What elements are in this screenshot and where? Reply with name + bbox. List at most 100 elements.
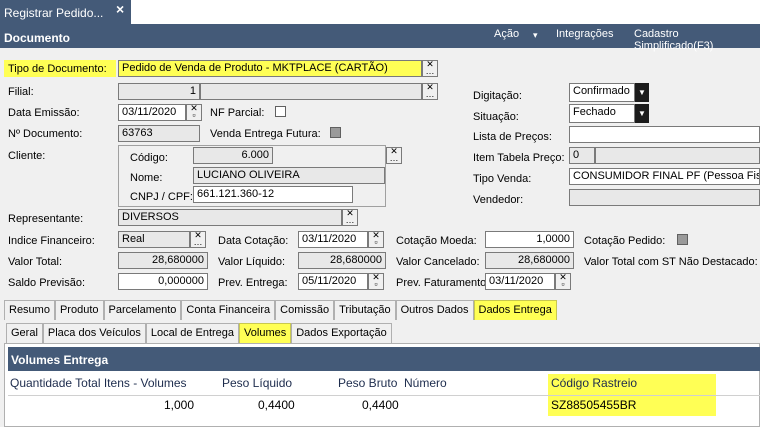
valor-cancelado-field: 28,680000 bbox=[485, 252, 574, 269]
saldo-previsao-field: 0,000000 bbox=[118, 273, 208, 290]
cotacao-pedido-label: Cotação Pedido: bbox=[584, 235, 666, 247]
tab-local-entrega[interactable]: Local de Entrega bbox=[145, 323, 240, 343]
lookup-button-indice-financeiro[interactable]: ✕… bbox=[190, 231, 206, 248]
vendedor-field[interactable] bbox=[569, 189, 760, 206]
lookup-button-representante[interactable]: ✕… bbox=[342, 209, 358, 226]
lista-precos-field[interactable] bbox=[569, 126, 760, 143]
menu-cadastro-simplificado[interactable]: Cadastro Simplificado(F3) bbox=[634, 28, 760, 52]
codigo-label: Código: bbox=[130, 152, 168, 164]
tab-dados-exportacao[interactable]: Dados Exportação bbox=[291, 323, 392, 343]
n-documento-field: 63763 bbox=[118, 125, 200, 142]
situacao-label: Situação: bbox=[473, 111, 519, 123]
tab-dados-entrega[interactable]: Dados Entrega bbox=[473, 300, 557, 320]
window-tab[interactable]: Registrar Pedido... × bbox=[0, 0, 131, 24]
item-tabela-preco-name-field bbox=[595, 147, 760, 164]
calendar-icon[interactable]: ✕ ▫ bbox=[555, 273, 571, 290]
nf-parcial-label: NF Parcial: bbox=[210, 107, 265, 119]
col-peso-bruto[interactable]: Peso Bruto bbox=[338, 376, 397, 390]
valor-cancelado-label: Valor Cancelado: bbox=[396, 256, 480, 268]
calendar-icon[interactable]: ✕ ▫ bbox=[186, 104, 202, 121]
menu-acao[interactable]: Ação bbox=[494, 28, 519, 40]
indice-financeiro-field[interactable]: Real bbox=[118, 231, 190, 248]
data-emissao-label: Data Emissão: bbox=[8, 107, 80, 119]
tab-produto[interactable]: Produto bbox=[54, 300, 104, 320]
window-tab-title: Registrar Pedido... bbox=[4, 6, 104, 20]
situacao-select[interactable]: Fechado bbox=[569, 104, 635, 123]
calendar-icon[interactable]: ✕ ▫ bbox=[368, 273, 384, 290]
digitacao-select[interactable]: Confirmado bbox=[569, 83, 635, 102]
cell-quantidade: 1,000 bbox=[164, 398, 195, 412]
volumes-title: Volumes Entrega bbox=[8, 347, 760, 371]
indice-financeiro-label: Indice Financeiro: bbox=[8, 235, 95, 247]
vendedor-label: Vendedor: bbox=[473, 194, 524, 206]
nome-label: Nome: bbox=[130, 172, 163, 184]
main-tabs: Resumo Produto Parcelamento Conta Financ… bbox=[4, 300, 557, 320]
cell-peso-bruto: 0,4400 bbox=[362, 398, 399, 412]
cell-codigo-rastreio: SZ88505455BR bbox=[551, 398, 637, 412]
item-tabela-preco-field[interactable]: 0 bbox=[569, 147, 595, 164]
item-tabela-preco-label: Item Tabela Preço: bbox=[473, 152, 565, 164]
col-quantidade[interactable]: Quantidade Total Itens - Volumes bbox=[10, 376, 187, 390]
tab-parcelamento[interactable]: Parcelamento bbox=[103, 300, 182, 320]
tab-tributacao[interactable]: Tributação bbox=[334, 300, 396, 320]
filial-code-field[interactable]: 1 bbox=[118, 83, 200, 100]
valor-liquido-label: Valor Líquido: bbox=[218, 256, 286, 268]
page-title: Documento bbox=[4, 31, 70, 45]
sub-tabs: Geral Placa dos Veículos Local de Entreg… bbox=[6, 323, 392, 343]
tipo-venda-label: Tipo Venda: bbox=[473, 173, 532, 185]
menu-integracoes[interactable]: Integrações bbox=[556, 28, 613, 40]
lista-precos-label: Lista de Preços: bbox=[473, 131, 552, 143]
tab-placa-veiculos[interactable]: Placa dos Veículos bbox=[42, 323, 146, 343]
tab-resumo[interactable]: Resumo bbox=[4, 300, 55, 320]
divider bbox=[8, 395, 760, 396]
cliente-codigo-field[interactable]: 6.000 bbox=[193, 147, 273, 164]
chevron-down-icon[interactable]: ▼ bbox=[635, 83, 649, 102]
saldo-previsao-label: Saldo Previsão: bbox=[8, 277, 86, 289]
data-cotacao-field[interactable]: 03/11/2020 bbox=[298, 231, 368, 248]
col-peso-liquido[interactable]: Peso Líquido bbox=[222, 376, 292, 390]
col-numero[interactable]: Número bbox=[404, 376, 447, 390]
tab-comissao[interactable]: Comissão bbox=[275, 300, 335, 320]
chevron-down-icon[interactable]: ▼ bbox=[635, 104, 649, 123]
valor-total-label: Valor Total: bbox=[8, 256, 63, 268]
tab-conta-financeira[interactable]: Conta Financeira bbox=[181, 300, 276, 320]
data-emissao-field[interactable]: 03/11/2020 bbox=[118, 104, 186, 121]
cell-peso-liquido: 0,4400 bbox=[258, 398, 295, 412]
n-documento-label: Nº Documento: bbox=[8, 128, 83, 140]
lookup-button-filial[interactable]: ✕… bbox=[422, 83, 438, 100]
representante-field[interactable]: DIVERSOS bbox=[118, 209, 342, 226]
tab-outros-dados[interactable]: Outros Dados bbox=[395, 300, 474, 320]
filial-label: Filial: bbox=[8, 86, 34, 98]
cotacao-moeda-field[interactable]: 1,0000 bbox=[485, 231, 574, 248]
cliente-cnpj-field: 661.121.360-12 bbox=[193, 186, 353, 203]
tipo-documento-label: Tipo de Documento: bbox=[8, 63, 107, 75]
venda-entrega-futura-label: Venda Entrega Futura: bbox=[210, 128, 321, 140]
cotacao-pedido-checkbox[interactable] bbox=[677, 234, 688, 245]
data-cotacao-label: Data Cotação: bbox=[218, 235, 289, 247]
nf-parcial-checkbox[interactable] bbox=[275, 106, 286, 117]
tab-geral[interactable]: Geral bbox=[6, 323, 43, 343]
digitacao-label: Digitação: bbox=[473, 90, 522, 102]
lookup-button-tipo-documento[interactable]: ✕… bbox=[422, 60, 438, 77]
calendar-icon[interactable]: ✕ ▫ bbox=[368, 231, 384, 248]
tipo-venda-field[interactable]: CONSUMIDOR FINAL PF (Pessoa Fisica) bbox=[569, 168, 760, 185]
lookup-button-cliente[interactable]: ✕… bbox=[386, 147, 402, 164]
tipo-documento-field[interactable]: Pedido de Venda de Produto - MKTPLACE (C… bbox=[118, 60, 422, 77]
filial-name-field bbox=[200, 83, 422, 100]
col-codigo-rastreio[interactable]: Código Rastreio bbox=[551, 376, 637, 390]
venda-entrega-futura-checkbox[interactable] bbox=[330, 127, 341, 138]
chevron-down-icon[interactable]: ▾ bbox=[533, 30, 538, 41]
prev-entrega-field[interactable]: 05/11/2020 bbox=[298, 273, 368, 290]
prev-entrega-label: Prev. Entrega: bbox=[218, 277, 288, 289]
valor-total-field: 28,680000 bbox=[118, 252, 208, 269]
document-header: Documento Ação ▾ Integrações Cadastro Si… bbox=[0, 24, 760, 52]
prev-faturamento-label: Prev. Faturamento: bbox=[396, 277, 490, 289]
prev-faturamento-field[interactable]: 03/11/2020 bbox=[485, 273, 555, 290]
valor-liquido-field: 28,680000 bbox=[298, 252, 386, 269]
close-icon[interactable]: × bbox=[116, 1, 124, 17]
tab-volumes[interactable]: Volumes bbox=[239, 323, 292, 343]
cliente-label: Cliente: bbox=[8, 150, 46, 162]
cnpj-label: CNPJ / CPF: bbox=[130, 191, 193, 203]
valor-total-st-label: Valor Total com ST Não Destacado: bbox=[584, 256, 758, 268]
cotacao-moeda-label: Cotação Moeda: bbox=[396, 235, 477, 247]
